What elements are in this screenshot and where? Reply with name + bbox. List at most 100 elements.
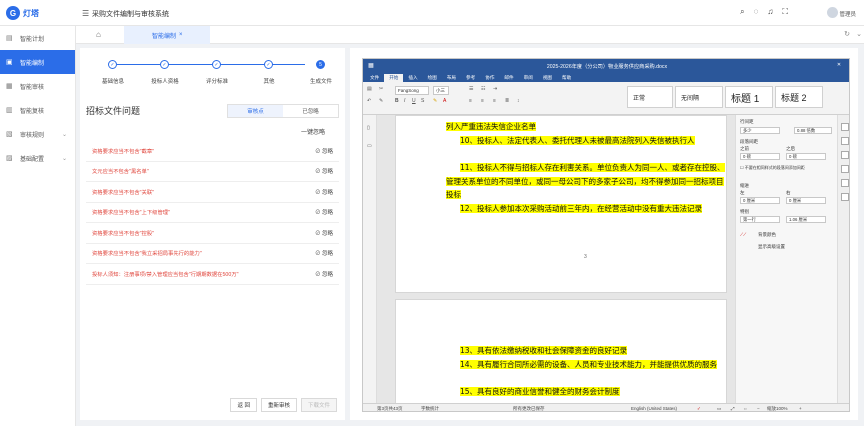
sidebar-item-config[interactable]: ▨ 基础配置 ⌄ bbox=[0, 146, 75, 170]
indent-icon[interactable]: ⇥ bbox=[493, 86, 497, 92]
ribbon-tab[interactable]: 帮助 bbox=[557, 74, 576, 82]
step-5-label[interactable]: 生成文件 bbox=[296, 77, 346, 85]
navigation-icon[interactable]: ▯ bbox=[367, 125, 370, 131]
ribbon-tab[interactable]: 插入 bbox=[403, 74, 422, 82]
special-indent-value[interactable]: 1.06 厘米 bbox=[786, 216, 826, 223]
bullets-icon[interactable]: ☰ bbox=[469, 86, 473, 92]
table-icon[interactable] bbox=[841, 137, 849, 145]
ignore-button[interactable]: ⊘ 忽略 bbox=[315, 167, 333, 175]
track-changes-icon[interactable]: ▭ bbox=[717, 406, 721, 411]
ribbon-tab-home[interactable]: 开始 bbox=[384, 74, 404, 82]
paragraph[interactable]: 10、投标人、法定代表人、委托代理人未被最高法院列入失信被执行人 bbox=[446, 134, 728, 148]
paragraph[interactable]: 13、具有依法缴纳税收和社会保障资金的良好记录 bbox=[446, 344, 728, 358]
download-button[interactable]: 下载文件 bbox=[300, 398, 337, 412]
fit-width-icon[interactable]: ⇔ bbox=[743, 406, 748, 411]
step-1-label[interactable]: 基础信息 bbox=[88, 77, 138, 85]
special-indent-select[interactable]: 第一行 bbox=[740, 216, 780, 223]
before-input[interactable]: 0 磅 bbox=[740, 153, 780, 160]
close-icon[interactable]: ✕ bbox=[835, 62, 843, 70]
home-icon[interactable]: ⌂ bbox=[96, 30, 101, 39]
ignore-button[interactable]: ⊘ 忽略 bbox=[315, 249, 333, 257]
right-indent-input[interactable]: 0 厘米 bbox=[786, 197, 826, 204]
ribbon-tab[interactable]: 绘图 bbox=[423, 74, 442, 82]
ignore-button[interactable]: ⊘ 忽略 bbox=[315, 188, 333, 196]
ribbon-tab[interactable]: 视图 bbox=[538, 74, 557, 82]
step-3-label[interactable]: 评分标准 bbox=[192, 77, 242, 85]
word-count[interactable]: 字数统计 bbox=[421, 406, 439, 411]
document-canvas[interactable]: 列入严重违法失信企业名单 10、投标人、法定代表人、委托代理人未被最高法院列入失… bbox=[377, 115, 735, 403]
line-spacing-select[interactable]: 多少 bbox=[740, 127, 780, 134]
ribbon-tab[interactable]: 布局 bbox=[442, 74, 461, 82]
ribbon-tab[interactable]: 审阅 bbox=[519, 74, 538, 82]
ignore-button[interactable]: ⊘ 忽略 bbox=[315, 208, 333, 216]
after-input[interactable]: 0 磅 bbox=[786, 153, 826, 160]
close-icon[interactable]: × bbox=[179, 32, 183, 38]
shape-icon[interactable] bbox=[841, 193, 849, 201]
italic-icon[interactable]: I bbox=[404, 98, 405, 104]
paragraph-icon[interactable] bbox=[841, 123, 849, 131]
refresh-icon[interactable]: ↻ bbox=[844, 30, 850, 38]
bold-icon[interactable]: B bbox=[395, 98, 399, 104]
ribbon-tab[interactable]: 协作 bbox=[480, 74, 499, 82]
font-name-select[interactable]: FangSong bbox=[395, 86, 429, 95]
align-center-icon[interactable]: ≡ bbox=[481, 98, 484, 104]
font-color-icon[interactable]: A bbox=[443, 98, 446, 104]
user-name[interactable]: 管理员 bbox=[839, 10, 856, 18]
font-size-select[interactable]: 小三 bbox=[433, 86, 449, 95]
issue-text[interactable]: 文元应当不包含"黑名单" bbox=[92, 167, 149, 175]
logo[interactable]: G 灯塔 bbox=[6, 6, 39, 20]
style-no-spacing[interactable]: 无间隔 bbox=[675, 86, 723, 108]
image-icon[interactable] bbox=[841, 151, 849, 159]
paragraph[interactable]: 列入严重违法失信企业名单 bbox=[446, 120, 728, 134]
ignore-button[interactable]: ⊘ 忽略 bbox=[315, 229, 333, 237]
chart-icon[interactable] bbox=[841, 179, 849, 187]
message-icon[interactable]: ◌ bbox=[754, 7, 759, 17]
bell-icon[interactable]: ♫ bbox=[767, 7, 773, 17]
issue-text[interactable]: 资格要求应当不包含"我立采招局事先行的能力" bbox=[92, 249, 202, 257]
ribbon-tab[interactable]: 文件 bbox=[365, 74, 384, 82]
undo-icon[interactable]: ↶ bbox=[367, 98, 371, 104]
ignore-button[interactable]: ⊘ 忽略 bbox=[315, 147, 333, 155]
zoom-out-icon[interactable]: − bbox=[757, 406, 760, 411]
format-painter-icon[interactable]: ✎ bbox=[379, 98, 383, 104]
underline-icon[interactable]: U bbox=[412, 98, 416, 104]
fullscreen-icon[interactable]: ⛶ bbox=[782, 7, 788, 17]
language-select[interactable]: English (United States) bbox=[631, 406, 677, 411]
advanced-settings-link[interactable]: 显示高级设置 bbox=[758, 244, 785, 250]
no-space-checkbox[interactable]: ☐ 不要在相同样式的段落间添加间距 bbox=[740, 165, 836, 171]
sidebar-item-plan[interactable]: ▤ 智能计划 bbox=[0, 26, 75, 50]
shading-icon[interactable]: ⟋⟋ bbox=[740, 232, 746, 237]
align-left-icon[interactable]: ≡ bbox=[469, 98, 472, 104]
menu-toggle-icon[interactable]: ☰ bbox=[82, 9, 89, 18]
step-4-label[interactable]: 其他 bbox=[244, 77, 294, 85]
issue-text[interactable]: 资格要求应当不包含"关联" bbox=[92, 188, 154, 196]
paragraph[interactable]: 12、投标人参加本次采购活动前三年内，在经营活动中没有重大违法记录 bbox=[446, 202, 728, 216]
cut-icon[interactable]: ✂ bbox=[379, 86, 383, 92]
zoom-in-icon[interactable]: + bbox=[799, 406, 802, 411]
ribbon-tab[interactable]: 邮件 bbox=[499, 74, 518, 82]
avatar[interactable] bbox=[827, 7, 838, 18]
comments-icon[interactable]: ▭ bbox=[367, 143, 372, 149]
issue-text[interactable]: 资格要求应当不包含"上下级管理" bbox=[92, 208, 170, 216]
issue-text[interactable]: 资格要求应当不包含"截章" bbox=[92, 147, 154, 155]
ribbon-tab[interactable]: 参考 bbox=[461, 74, 480, 82]
style-heading-1[interactable]: 标题 1 bbox=[725, 86, 773, 108]
ignore-button[interactable]: ⊘ 忽略 bbox=[315, 270, 333, 278]
numbering-icon[interactable]: ☷ bbox=[481, 86, 485, 92]
tab-audit-points[interactable]: 审核点 bbox=[228, 105, 283, 117]
issue-text[interactable]: 投标人须知：注册事项/禁入管理应当包含"行期期数据在500万" bbox=[92, 270, 239, 278]
paste-icon[interactable]: ▤ bbox=[367, 86, 372, 92]
shading-label[interactable]: 背景颜色 bbox=[758, 232, 776, 238]
fit-page-icon[interactable]: ⤢ bbox=[731, 406, 735, 411]
step-2-label[interactable]: 投标人资格 bbox=[140, 77, 190, 85]
justify-icon[interactable]: ≣ bbox=[505, 98, 509, 104]
style-normal[interactable]: 正常 bbox=[627, 86, 673, 108]
header-icon[interactable] bbox=[841, 165, 849, 173]
tab-ignored[interactable]: 已忽略 bbox=[283, 105, 338, 117]
sidebar-item-recheck[interactable]: ▥ 智能复核 bbox=[0, 98, 75, 122]
left-indent-input[interactable]: 0 厘米 bbox=[740, 197, 780, 204]
back-button[interactable]: 返 回 bbox=[230, 398, 257, 412]
line-spacing-icon[interactable]: ↕ bbox=[517, 98, 520, 104]
paragraph[interactable]: 15、具有良好的商业信誉和健全的财务会计制度 bbox=[446, 385, 728, 399]
ignore-all-button[interactable]: 一键忽略 bbox=[301, 127, 325, 136]
